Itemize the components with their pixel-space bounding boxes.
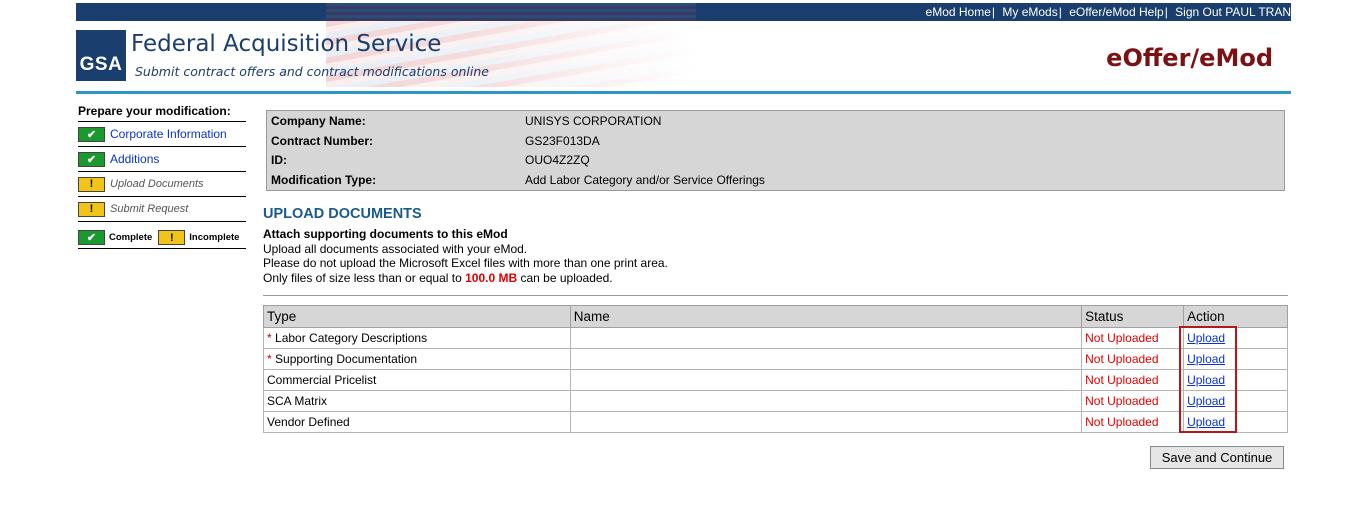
document-type: Supporting Documentation [275, 352, 418, 366]
save-and-continue-button[interactable]: Save and Continue [1150, 446, 1284, 469]
name-cell [569, 369, 1083, 391]
required-marker: * [267, 331, 272, 345]
instructions-size-line: Only files of size less than or equal to… [263, 271, 668, 286]
instructions-heading: Attach supporting documents to this eMod [263, 227, 508, 241]
status-cell: Not Uploaded [1081, 390, 1185, 412]
table-row: * Labor Category Descriptions Not Upload… [263, 327, 1288, 349]
type-cell: Commercial Pricelist [263, 369, 571, 391]
exclamation-icon: ! [158, 230, 186, 245]
exclamation-icon: ! [78, 176, 105, 192]
name-cell [569, 327, 1083, 349]
sidebar-item-label: Upload Documents [110, 178, 204, 190]
sidebar-item-additions[interactable]: ✔ Additions [78, 147, 246, 172]
size-text-pre: Only files of size less than or equal to [263, 270, 462, 285]
document-type: SCA Matrix [267, 394, 328, 408]
info-label: Company Name: [271, 114, 366, 128]
required-marker: * [267, 352, 272, 366]
type-cell: Vendor Defined [263, 411, 571, 433]
name-cell [569, 411, 1083, 433]
check-icon: ✔ [78, 230, 105, 245]
type-cell: * Labor Category Descriptions [263, 327, 571, 349]
upload-links-highlight [1179, 326, 1237, 433]
flag-graphic [326, 3, 696, 21]
type-cell: SCA Matrix [263, 390, 571, 412]
site-title: Federal Acquisition Service [131, 31, 442, 57]
my-emods-link[interactable]: My eMods [1002, 5, 1057, 19]
info-value: UNISYS CORPORATION [525, 114, 662, 128]
upload-instructions: Attach supporting documents to this eMod… [263, 227, 668, 285]
info-row-company: Company Name: UNISYS CORPORATION [271, 114, 661, 133]
info-row-contract-number: Contract Number: GS23F013DA [271, 134, 600, 153]
contract-info-box: Company Name: UNISYS CORPORATION Contrac… [266, 110, 1285, 191]
page-title: UPLOAD DOCUMENTS [263, 206, 422, 222]
column-header-status: Status [1081, 305, 1185, 328]
sidebar-title: Prepare your modification: [78, 104, 246, 122]
sidebar-item-submit-request: ! Submit Request [78, 197, 246, 222]
exclamation-icon: ! [78, 201, 105, 217]
column-header-name: Name [569, 305, 1083, 328]
document-type: Labor Category Descriptions [275, 331, 428, 345]
documents-table: Type Name Status Action * Labor Category… [263, 305, 1288, 433]
info-row-id: ID: OUO4Z2ZQ [271, 153, 590, 172]
info-value: Add Labor Category and/or Service Offeri… [525, 173, 765, 187]
brand-logo: eOffer/eMod [1106, 44, 1273, 72]
check-icon: ✔ [78, 126, 105, 142]
table-row: Vendor Defined Not Uploaded Upload [263, 411, 1288, 433]
emod-home-link[interactable]: eMod Home [926, 5, 991, 19]
legend-complete-label: Complete [109, 232, 153, 243]
info-label: Modification Type: [271, 173, 377, 187]
size-text-post: can be uploaded. [520, 270, 613, 285]
document-type: Vendor Defined [267, 415, 350, 429]
status-cell: Not Uploaded [1081, 369, 1185, 391]
info-value: OUO4Z2ZQ [525, 153, 590, 167]
type-cell: * Supporting Documentation [263, 348, 571, 370]
table-header-row: Type Name Status Action [263, 305, 1288, 328]
sidebar-item-label[interactable]: Corporate Information [110, 127, 227, 141]
sidebar-item-label: Submit Request [110, 203, 189, 215]
sidebar-item-corporate-information[interactable]: ✔ Corporate Information [78, 122, 246, 147]
table-row: Commercial Pricelist Not Uploaded Upload [263, 369, 1288, 391]
sidebar: Prepare your modification: ✔ Corporate I… [78, 104, 246, 249]
header-rule [76, 91, 1291, 94]
legend-incomplete-label: Incomplete [189, 232, 240, 243]
instructions-line: Upload all documents associated with you… [263, 241, 528, 256]
table-row: * Supporting Documentation Not Uploaded … [263, 348, 1288, 370]
info-label: Contract Number: [271, 134, 374, 148]
sidebar-item-upload-documents: ! Upload Documents [78, 172, 246, 197]
status-cell: Not Uploaded [1081, 411, 1185, 433]
sign-out-link[interactable]: Sign Out PAUL TRAN [1175, 5, 1291, 19]
divider [263, 295, 1288, 296]
site-subtitle: Submit contract offers and contract modi… [135, 64, 489, 79]
info-label: ID: [271, 153, 287, 167]
column-header-type: Type [263, 305, 571, 328]
name-cell [569, 390, 1083, 412]
gsa-logo: GSA [76, 30, 126, 81]
info-value: GS23F013DA [525, 134, 600, 148]
max-size-value: 100.0 MB [465, 270, 518, 285]
sidebar-item-label[interactable]: Additions [110, 152, 159, 166]
status-cell: Not Uploaded [1081, 327, 1185, 349]
status-cell: Not Uploaded [1081, 348, 1185, 370]
help-link[interactable]: eOffer/eMod Help [1069, 5, 1164, 19]
top-nav-bar: eMod Home| My eMods| eOffer/eMod Help| S… [76, 3, 1291, 21]
column-header-action: Action [1183, 305, 1288, 328]
document-type: Commercial Pricelist [267, 373, 377, 387]
check-icon: ✔ [78, 151, 105, 167]
instructions-line: Please do not upload the Microsoft Excel… [263, 256, 668, 270]
top-links: eMod Home| My eMods| eOffer/eMod Help| S… [925, 5, 1291, 19]
status-legend: ✔ Complete ! Incomplete [78, 230, 246, 249]
info-row-modification-type: Modification Type: Add Labor Category an… [271, 173, 765, 192]
header-banner: GSA Federal Acquisition Service Submit c… [76, 21, 1291, 91]
name-cell [569, 348, 1083, 370]
table-row: SCA Matrix Not Uploaded Upload [263, 390, 1288, 412]
